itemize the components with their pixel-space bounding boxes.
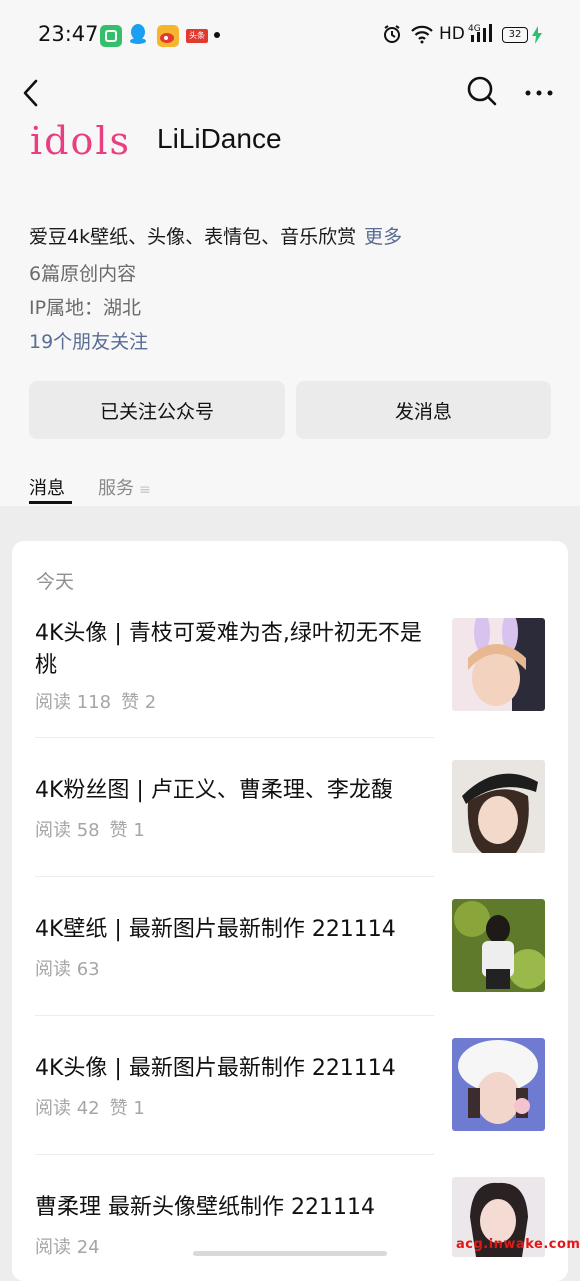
article-thumbnail [452, 760, 545, 853]
article-title: 曹柔理 最新头像壁纸制作 221114 [35, 1195, 375, 1220]
send-message-button[interactable]: 发消息 [296, 381, 551, 439]
follow-button[interactable]: 已关注公众号 [29, 381, 285, 439]
article-item[interactable]: 4K壁纸 | 最新图片最新制作 221114 阅读 63 [35, 899, 545, 993]
alarm-icon [382, 24, 402, 49]
article-title: 4K壁纸 | 最新图片最新制作 221114 [35, 917, 396, 942]
ip-location: IP属地：湖北 [29, 297, 142, 319]
qq-icon [129, 23, 147, 45]
watermark: acg.inwake.com [456, 1237, 580, 1252]
like-count: 赞 2 [121, 692, 157, 713]
article-item[interactable]: 4K头像 | 最新图片最新制作 221114 阅读 42 赞 1 [35, 1038, 545, 1132]
description-more-link[interactable]: 更多 [364, 226, 402, 248]
like-count: 赞 1 [109, 820, 145, 841]
article-item[interactable]: 4K头像 | 青枝可爱难为杏,绿叶初无不是桃 阅读 118 赞 2 [35, 618, 545, 714]
article-stats: 阅读 42 赞 1 [35, 1094, 155, 1120]
more-icon[interactable] [522, 76, 556, 110]
section-title-today: 今天 [36, 571, 75, 593]
toutiao-icon: 头条 [186, 29, 208, 43]
charging-icon [531, 26, 543, 49]
articles-count: 6篇原创内容 [29, 263, 137, 285]
search-icon[interactable] [465, 74, 499, 108]
article-title: 4K头像 | 青枝可爱难为杏,绿叶初无不是桃 [35, 621, 422, 678]
status-time: 23:47 [38, 22, 99, 46]
article-title: 4K粉丝图 | 卢正义、曹柔理、李龙馥 [35, 778, 393, 803]
item-divider [35, 1154, 434, 1155]
item-divider [35, 737, 434, 738]
article-item[interactable]: 4K粉丝图 | 卢正义、曹柔理、李龙馥 阅读 58 赞 1 [35, 760, 545, 854]
back-icon[interactable] [18, 76, 52, 110]
home-indicator[interactable] [193, 1251, 387, 1256]
tab-services-label: 服务 [98, 478, 134, 499]
tab-services[interactable]: 服务 ≡ [98, 474, 151, 500]
item-divider [35, 876, 434, 877]
description-text: 爱豆4k壁纸、头像、表情包、音乐欣赏 [29, 226, 357, 248]
article-stats: 阅读 118 赞 2 [35, 688, 166, 714]
read-count: 阅读 58 [35, 820, 100, 841]
account-name: LiLiDance [157, 123, 282, 154]
tab-messages[interactable]: 消息 [29, 474, 65, 500]
menu-icon: ≡ [139, 482, 151, 498]
read-count: 阅读 63 [35, 959, 100, 980]
status-bar: 23:47 头条 HD 4G 32 [0, 0, 580, 70]
more-notifications-dot [214, 32, 220, 38]
nav-bar [0, 70, 580, 120]
read-count: 阅读 42 [35, 1098, 100, 1119]
read-count: 阅读 118 [35, 692, 112, 713]
article-thumbnail [452, 899, 545, 992]
wifi-icon [410, 24, 434, 49]
read-count: 阅读 24 [35, 1237, 100, 1258]
tab-active-indicator [29, 501, 72, 504]
like-count: 赞 1 [109, 1098, 145, 1119]
account-logo[interactable]: idols [30, 119, 134, 166]
item-divider [35, 1015, 434, 1016]
article-thumbnail [452, 1038, 545, 1131]
signal-icon: 4G [468, 22, 494, 49]
battery-level: 32 [502, 27, 528, 43]
article-title: 4K头像 | 最新图片最新制作 221114 [35, 1056, 396, 1081]
article-stats: 阅读 63 [35, 955, 120, 981]
article-stats: 阅读 24 [35, 1233, 120, 1259]
logo-text: idols [30, 120, 131, 163]
article-thumbnail [452, 618, 545, 711]
article-stats: 阅读 58 赞 1 [35, 816, 155, 842]
weibo-icon [157, 25, 179, 47]
network-label: HD [439, 24, 465, 44]
account-description: 爱豆4k壁纸、头像、表情包、音乐欣赏 更多 [29, 222, 402, 249]
green-app-icon [100, 25, 122, 47]
friends-following-link[interactable]: 19个朋友关注 [29, 327, 148, 354]
